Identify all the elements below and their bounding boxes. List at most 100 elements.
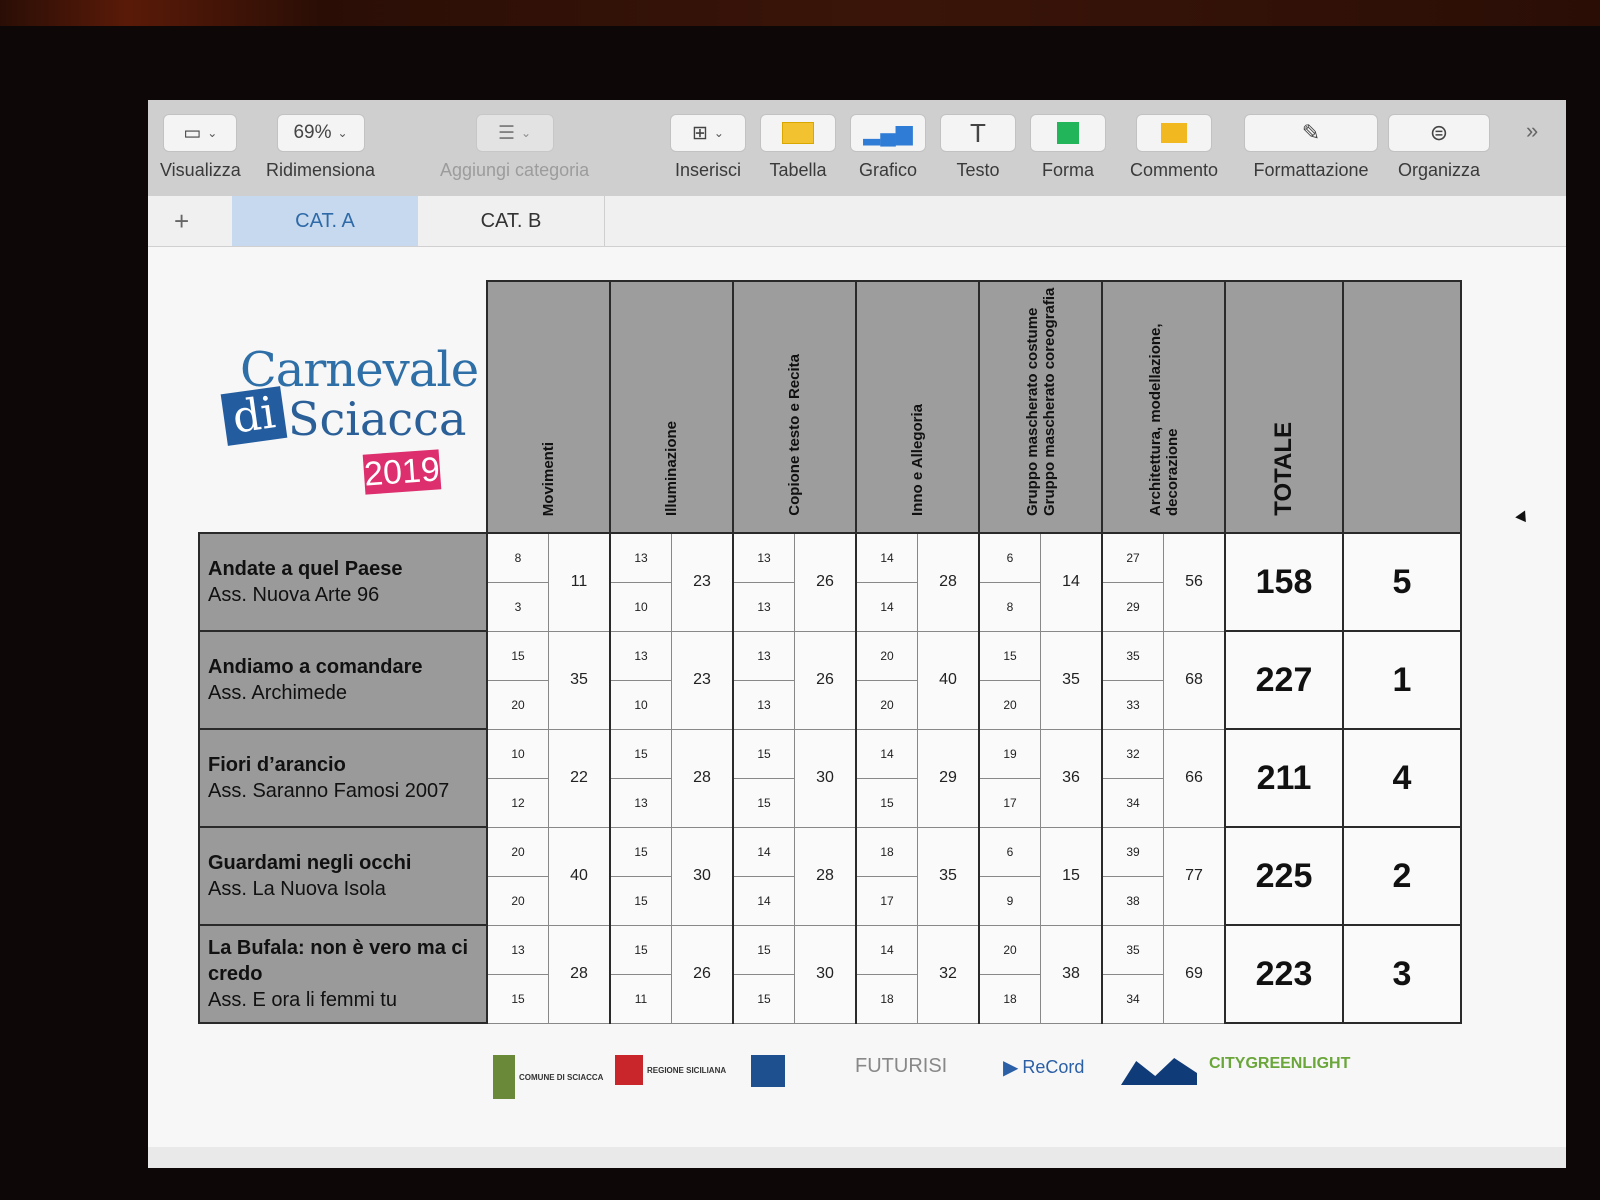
judge-score-cell[interactable]: 29 <box>1101 581 1164 632</box>
judge-score-cell[interactable]: 18 <box>855 826 918 877</box>
entry-name-cell[interactable]: Andiamo a comandare Ass. Archimede <box>198 630 488 730</box>
total-cell[interactable]: 227 <box>1224 630 1344 730</box>
judge-score-cell[interactable]: 14 <box>855 924 918 975</box>
header-cell[interactable]: Copione testo e Recita <box>732 280 857 534</box>
category-sum-cell[interactable]: 23 <box>671 630 734 730</box>
category-sum-cell[interactable]: 38 <box>1040 924 1103 1024</box>
judge-score-cell[interactable]: 15 <box>609 875 672 926</box>
zoom-button[interactable]: 69% ⌄ Ridimensiona <box>266 114 375 181</box>
shape-button[interactable]: Forma <box>1030 114 1106 181</box>
judge-score-cell[interactable]: 18 <box>855 973 918 1024</box>
judge-score-cell[interactable]: 20 <box>855 630 918 681</box>
judge-score-cell[interactable]: 14 <box>732 875 795 926</box>
rank-cell[interactable]: 5 <box>1342 532 1462 632</box>
category-sum-cell[interactable]: 23 <box>671 532 734 632</box>
category-sum-cell[interactable]: 22 <box>548 728 611 828</box>
total-cell[interactable]: 211 <box>1224 728 1344 828</box>
category-sum-cell[interactable]: 35 <box>1040 630 1103 730</box>
view-button[interactable]: ▭ ⌄ Visualizza <box>160 114 241 181</box>
judge-score-cell[interactable]: 13 <box>609 630 672 681</box>
judge-score-cell[interactable]: 13 <box>732 581 795 632</box>
judge-score-cell[interactable]: 8 <box>978 581 1041 632</box>
judge-score-cell[interactable]: 6 <box>978 532 1041 583</box>
judge-score-cell[interactable]: 39 <box>1101 826 1164 877</box>
total-cell[interactable]: 158 <box>1224 532 1344 632</box>
entry-name-cell[interactable]: Andate a quel Paese Ass. Nuova Arte 96 <box>198 532 488 632</box>
category-sum-cell[interactable]: 26 <box>794 532 857 632</box>
judge-score-cell[interactable]: 20 <box>486 875 549 926</box>
total-cell[interactable]: 225 <box>1224 826 1344 926</box>
judge-score-cell[interactable]: 10 <box>486 728 549 779</box>
judge-score-cell[interactable]: 13 <box>486 924 549 975</box>
judge-score-cell[interactable]: 13 <box>732 630 795 681</box>
tab-cat-b[interactable]: CAT. B <box>418 196 605 246</box>
category-sum-cell[interactable]: 11 <box>548 532 611 632</box>
rank-cell[interactable]: 4 <box>1342 728 1462 828</box>
judge-score-cell[interactable]: 34 <box>1101 973 1164 1024</box>
judge-score-cell[interactable]: 32 <box>1101 728 1164 779</box>
category-sum-cell[interactable]: 35 <box>917 826 980 926</box>
header-cell[interactable]: Architettura, modellazione, decorazione <box>1101 280 1226 534</box>
judge-score-cell[interactable]: 20 <box>486 826 549 877</box>
category-sum-cell[interactable]: 56 <box>1163 532 1226 632</box>
judge-score-cell[interactable]: 15 <box>609 826 672 877</box>
add-sheet-icon[interactable]: + <box>174 206 189 237</box>
judge-score-cell[interactable]: 15 <box>732 924 795 975</box>
judge-score-cell[interactable]: 17 <box>978 777 1041 828</box>
category-sum-cell[interactable]: 28 <box>917 532 980 632</box>
category-sum-cell[interactable]: 30 <box>671 826 734 926</box>
judge-score-cell[interactable]: 13 <box>609 532 672 583</box>
category-sum-cell[interactable]: 28 <box>548 924 611 1024</box>
rank-cell[interactable]: 1 <box>1342 630 1462 730</box>
judge-score-cell[interactable]: 34 <box>1101 777 1164 828</box>
total-cell[interactable]: 223 <box>1224 924 1344 1024</box>
insert-button[interactable]: ⊞ ⌄ Inserisci <box>670 114 746 181</box>
entry-name-cell[interactable]: La Bufala: non è vero ma ci credo Ass. E … <box>198 924 488 1024</box>
header-cell[interactable]: Illuminazione <box>609 280 734 534</box>
judge-score-cell[interactable]: 14 <box>855 728 918 779</box>
judge-score-cell[interactable]: 14 <box>855 532 918 583</box>
category-sum-cell[interactable]: 28 <box>671 728 734 828</box>
judge-score-cell[interactable]: 35 <box>1101 924 1164 975</box>
organize-button[interactable]: ⊜ Organizza <box>1388 114 1490 181</box>
category-sum-cell[interactable]: 14 <box>1040 532 1103 632</box>
header-cell[interactable]: Movimenti <box>486 280 611 534</box>
category-sum-cell[interactable]: 29 <box>917 728 980 828</box>
chart-button[interactable]: ▂▄▆ Grafico <box>850 114 926 181</box>
judge-score-cell[interactable]: 15 <box>855 777 918 828</box>
rank-cell[interactable]: 3 <box>1342 924 1462 1024</box>
judge-score-cell[interactable]: 8 <box>486 532 549 583</box>
judge-score-cell[interactable]: 15 <box>486 630 549 681</box>
category-sum-cell[interactable]: 40 <box>548 826 611 926</box>
header-cell[interactable]: Gruppo mascherato costume Gruppo mascher… <box>978 280 1103 534</box>
category-sum-cell[interactable]: 30 <box>794 728 857 828</box>
header-cell-total[interactable]: TOTALE <box>1224 280 1344 534</box>
more-icon[interactable]: » <box>1526 118 1538 144</box>
header-cell[interactable]: Inno e Allegoria <box>855 280 980 534</box>
table-button[interactable]: Tabella <box>760 114 836 181</box>
judge-score-cell[interactable]: 15 <box>486 973 549 1024</box>
format-button[interactable]: ✎ Formattazione <box>1244 114 1378 181</box>
category-sum-cell[interactable]: 35 <box>548 630 611 730</box>
judge-score-cell[interactable]: 11 <box>609 973 672 1024</box>
judge-score-cell[interactable]: 14 <box>855 581 918 632</box>
judge-score-cell[interactable]: 17 <box>855 875 918 926</box>
judge-score-cell[interactable]: 15 <box>732 728 795 779</box>
judge-score-cell[interactable]: 10 <box>609 679 672 730</box>
judge-score-cell[interactable]: 27 <box>1101 532 1164 583</box>
comment-button[interactable]: Commento <box>1130 114 1218 181</box>
category-sum-cell[interactable]: 36 <box>1040 728 1103 828</box>
judge-score-cell[interactable]: 18 <box>978 973 1041 1024</box>
judge-score-cell[interactable]: 14 <box>732 826 795 877</box>
category-sum-cell[interactable]: 66 <box>1163 728 1226 828</box>
category-sum-cell[interactable]: 30 <box>794 924 857 1024</box>
judge-score-cell[interactable]: 13 <box>732 679 795 730</box>
category-sum-cell[interactable]: 40 <box>917 630 980 730</box>
entry-name-cell[interactable]: Guardami negli occhi Ass. La Nuova Isola <box>198 826 488 926</box>
judge-score-cell[interactable]: 9 <box>978 875 1041 926</box>
judge-score-cell[interactable]: 15 <box>732 777 795 828</box>
category-sum-cell[interactable]: 26 <box>794 630 857 730</box>
category-sum-cell[interactable]: 69 <box>1163 924 1226 1024</box>
judge-score-cell[interactable]: 13 <box>609 777 672 828</box>
judge-score-cell[interactable]: 6 <box>978 826 1041 877</box>
